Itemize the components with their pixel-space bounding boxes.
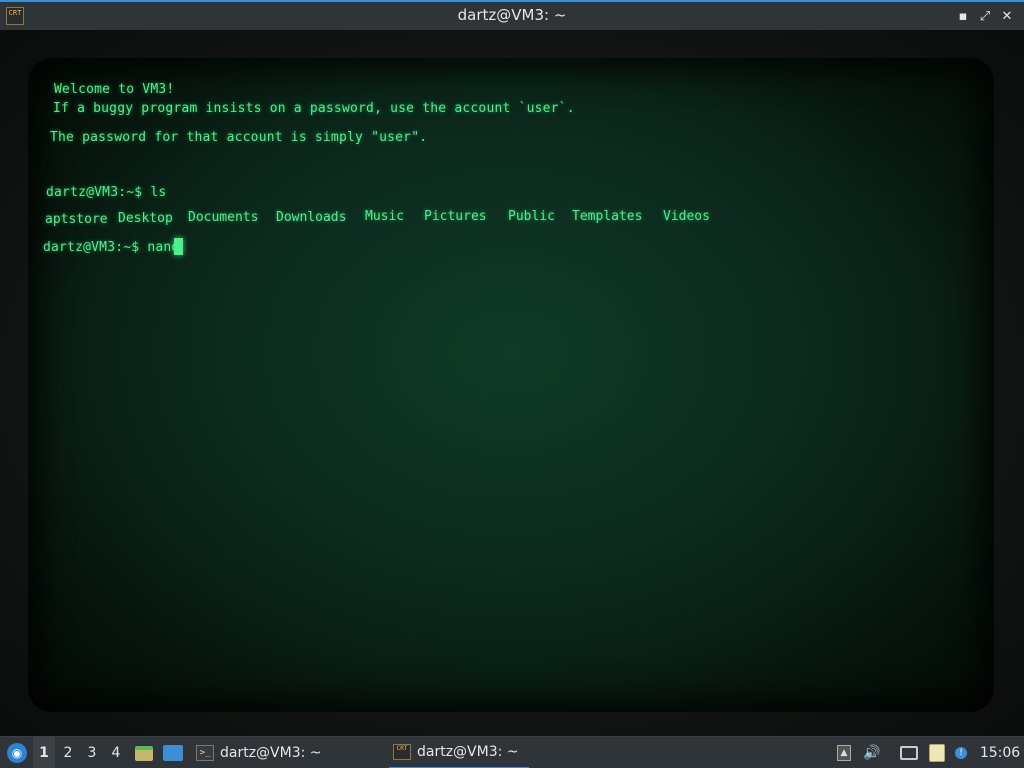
volume-icon: 🔊: [863, 745, 881, 761]
ls-entry: Templates: [572, 209, 643, 224]
window-controls: ▪ ⤢ ✕: [954, 8, 1016, 26]
workspace-1-button[interactable]: 1: [33, 737, 55, 768]
task-label: dartz@VM3: ~: [220, 745, 322, 761]
distro-menu-icon: ◉: [7, 743, 27, 763]
ls-entry: Pictures: [424, 209, 487, 224]
clipboard-icon: [929, 744, 945, 762]
terminal-line-welcome: Welcome to VM3!: [54, 82, 175, 97]
taskbar: ◉ 1 2 3 4 >_ dartz@VM3: ~ CRT dartz@VM3:…: [0, 736, 1024, 768]
tray-network[interactable]: [898, 737, 920, 768]
minimize-icon[interactable]: ▪: [954, 8, 972, 26]
show-desktop-icon: [163, 745, 183, 761]
file-manager-launcher[interactable]: [133, 737, 155, 768]
ls-entry: Downloads: [276, 210, 347, 225]
ls-entry: Desktop: [118, 211, 173, 226]
desktop-screen: CRT dartz@VM3: ~ ▪ ⤢ ✕ Welcome to VM3! I…: [0, 0, 1024, 768]
crt-screen[interactable]: [28, 58, 994, 712]
terminal-prompt-ls: dartz@VM3:~$ ls: [46, 185, 167, 200]
window-title: dartz@VM3: ~: [457, 6, 567, 24]
terminal-line-hint: If a buggy program insists on a password…: [53, 101, 575, 116]
ls-entry: Public: [508, 209, 555, 224]
window-titlebar[interactable]: CRT dartz@VM3: ~ ▪ ⤢ ✕: [0, 0, 1024, 30]
ls-entry: Videos: [663, 209, 710, 224]
terminal-line-password: The password for that account is simply …: [50, 130, 428, 145]
terminal-icon: >_: [196, 745, 214, 761]
task-label: dartz@VM3: ~: [417, 744, 519, 760]
ls-entry: Music: [365, 209, 405, 224]
workspace-3-button[interactable]: 3: [81, 737, 103, 768]
crt-icon: CRT: [393, 744, 411, 760]
network-icon: [900, 746, 918, 760]
tray-volume[interactable]: 🔊: [861, 737, 883, 768]
file-manager-icon: [135, 745, 153, 761]
show-desktop-button[interactable]: [161, 737, 185, 768]
tray-notifications[interactable]: !: [950, 737, 972, 768]
notification-icon: !: [955, 747, 967, 759]
terminal-prompt-nano: dartz@VM3:~$ nano: [43, 240, 180, 255]
maximize-icon[interactable]: ⤢: [976, 8, 994, 26]
tray-updates[interactable]: ▲: [833, 737, 855, 768]
tray-clipboard[interactable]: [926, 737, 948, 768]
ls-entry: aptstore: [45, 212, 108, 227]
task-crt-terminal-active[interactable]: CRT dartz@VM3: ~: [389, 737, 529, 768]
terminal-cursor: [174, 238, 183, 255]
workspace-4-button[interactable]: 4: [105, 737, 127, 768]
update-icon: ▲: [837, 745, 851, 761]
workspace-2-button[interactable]: 2: [57, 737, 79, 768]
close-icon[interactable]: ✕: [998, 8, 1016, 26]
ls-entry: Documents: [188, 210, 259, 225]
task-terminal[interactable]: >_ dartz@VM3: ~: [192, 737, 382, 768]
clock[interactable]: 15:06: [976, 737, 1024, 768]
application-menu-button[interactable]: ◉: [4, 737, 30, 768]
